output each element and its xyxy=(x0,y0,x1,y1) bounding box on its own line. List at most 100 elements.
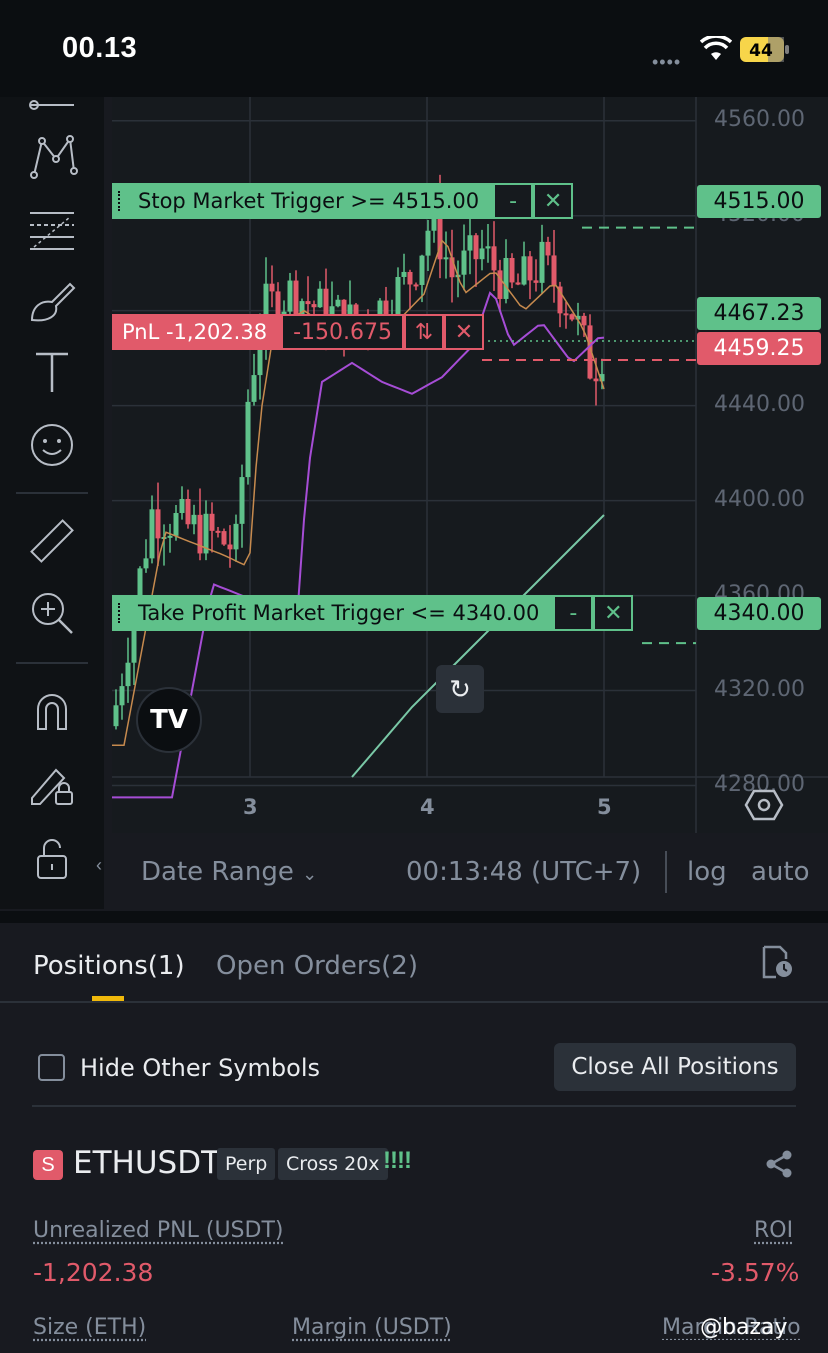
tradingview-logo-icon[interactable]: TV xyxy=(136,687,202,753)
stop-trigger-minus-button[interactable]: - xyxy=(493,183,534,219)
auto-scale-button[interactable]: auto xyxy=(751,857,810,887)
candle-body xyxy=(545,241,551,256)
candle-body xyxy=(509,257,515,283)
candle-body xyxy=(143,558,149,569)
tab-positions[interactable]: Positions(1) xyxy=(33,951,185,981)
x-tick-4: 4 xyxy=(420,795,435,819)
battery-level: 44 xyxy=(749,41,773,61)
drag-handle-icon[interactable] xyxy=(118,603,122,623)
last-price-tag: 4467.23 xyxy=(697,297,821,330)
pnl-line[interactable]: PnL -1,202.38 -150.675 ⇅ ✕ xyxy=(112,314,484,350)
margin-mode-tag[interactable]: Cross 20x xyxy=(278,1148,388,1180)
stop-trigger-line[interactable]: Stop Market Trigger >= 4515.00 - ✕ xyxy=(112,183,574,219)
measure-tool[interactable] xyxy=(22,512,82,572)
candle-body xyxy=(581,315,587,326)
pnl-close-icon[interactable]: ✕ xyxy=(444,314,484,350)
candle-body xyxy=(563,313,569,316)
candle-body xyxy=(215,530,221,533)
horizontal-line-tool[interactable] xyxy=(22,75,82,135)
date-range-button[interactable]: Date Range ⌄ xyxy=(141,857,317,887)
take-profit-line[interactable]: Take Profit Market Trigger <= 4340.00 - … xyxy=(112,595,634,631)
lock-tool[interactable] xyxy=(22,828,82,888)
price-tick: 4320.00 xyxy=(714,676,805,702)
candle-body xyxy=(521,256,527,285)
candle-body xyxy=(425,230,431,256)
collapse-toolbar-icon[interactable]: ‹ xyxy=(96,855,102,876)
pattern-icon xyxy=(30,135,78,179)
candle-body xyxy=(239,477,245,524)
candle-body xyxy=(173,513,179,536)
fib-tool[interactable] xyxy=(22,199,82,259)
roi-label[interactable]: ROI xyxy=(754,1218,793,1243)
price-tick: 4560.00 xyxy=(714,106,805,132)
log-scale-button[interactable]: log xyxy=(687,857,727,887)
candle-body xyxy=(527,256,533,281)
price-tick: 4400.00 xyxy=(714,486,805,512)
margin-label[interactable]: Margin (USDT) xyxy=(292,1315,452,1340)
candle-body xyxy=(119,686,125,706)
entry-price-tag: 4459.25 xyxy=(697,332,821,365)
zoom-tool[interactable] xyxy=(22,583,82,643)
candle-body xyxy=(167,535,173,538)
smiley-icon xyxy=(31,424,73,466)
brush-tool[interactable] xyxy=(22,272,82,332)
candle-body xyxy=(497,270,503,299)
drag-handle-icon[interactable] xyxy=(118,191,122,211)
share-icon[interactable] xyxy=(764,1149,794,1179)
pattern-tool[interactable] xyxy=(22,127,82,187)
hide-other-symbols-checkbox[interactable] xyxy=(38,1054,65,1081)
candle-body xyxy=(311,304,317,308)
candle-body xyxy=(533,280,539,283)
size-label[interactable]: Size (ETH) xyxy=(33,1315,146,1340)
candle-body xyxy=(149,509,155,559)
date-range-label: Date Range xyxy=(141,857,294,887)
toolbar-divider xyxy=(16,662,88,664)
candle-body xyxy=(155,509,161,539)
pnl-quantity[interactable]: -150.675 xyxy=(281,314,404,350)
unrealized-pnl-label[interactable]: Unrealized PNL (USDT) xyxy=(33,1218,283,1243)
horizontal-line-icon xyxy=(29,100,74,110)
candle-body xyxy=(467,235,473,251)
emoji-tool[interactable] xyxy=(22,415,82,475)
x-tick-5: 5 xyxy=(597,795,612,819)
candle-body xyxy=(539,241,545,283)
x-tick-3: 3 xyxy=(243,795,258,819)
fibonacci-icon xyxy=(30,212,74,250)
lock-drawing-tool[interactable] xyxy=(22,754,82,814)
tab-border xyxy=(0,1001,828,1003)
close-all-positions-button[interactable]: Close All Positions xyxy=(554,1043,796,1091)
hide-other-symbols-label[interactable]: Hide Other Symbols xyxy=(80,1054,320,1082)
candle-body xyxy=(269,283,275,292)
tab-open-orders[interactable]: Open Orders(2) xyxy=(216,951,418,981)
candle-body xyxy=(185,498,191,525)
status-time: 00.13 xyxy=(62,32,138,64)
drawing-toolbar: ‹ xyxy=(0,97,104,909)
candle-body xyxy=(245,401,251,478)
candle-body xyxy=(443,257,449,260)
chart-clock: 00:13:48 (UTC+7) xyxy=(406,857,642,887)
chart-settings-icon[interactable] xyxy=(744,785,784,825)
text-tool[interactable] xyxy=(22,342,82,402)
candle-body xyxy=(191,514,197,525)
candle-body xyxy=(473,235,479,260)
reverse-position-icon[interactable]: ⇅ xyxy=(404,314,444,350)
take-profit-close-icon[interactable]: ✕ xyxy=(593,595,634,631)
ma-long-line xyxy=(351,514,605,778)
candle-body xyxy=(287,280,293,312)
magnet-tool[interactable] xyxy=(22,681,82,741)
take-profit-label[interactable]: Take Profit Market Trigger <= 4340.00 xyxy=(112,595,554,631)
risk-indicator: !!!! xyxy=(383,1147,412,1174)
take-profit-minus-button[interactable]: - xyxy=(553,595,594,631)
stop-trigger-label[interactable]: Stop Market Trigger >= 4515.00 xyxy=(112,183,494,219)
position-symbol[interactable]: ETHUSDT xyxy=(73,1145,220,1181)
candle-body xyxy=(407,271,413,285)
candle-body xyxy=(221,531,227,545)
stop-trigger-close-icon[interactable]: ✕ xyxy=(533,183,574,219)
reset-chart-icon[interactable]: ↻ xyxy=(436,665,484,713)
candle-body xyxy=(305,301,311,305)
take-profit-price-tag: 4340.00 xyxy=(697,597,821,630)
stop-trigger-price-tag: 4515.00 xyxy=(697,185,821,218)
order-history-icon[interactable] xyxy=(760,945,794,979)
candle-body xyxy=(503,257,509,299)
footer-divider xyxy=(665,851,667,893)
